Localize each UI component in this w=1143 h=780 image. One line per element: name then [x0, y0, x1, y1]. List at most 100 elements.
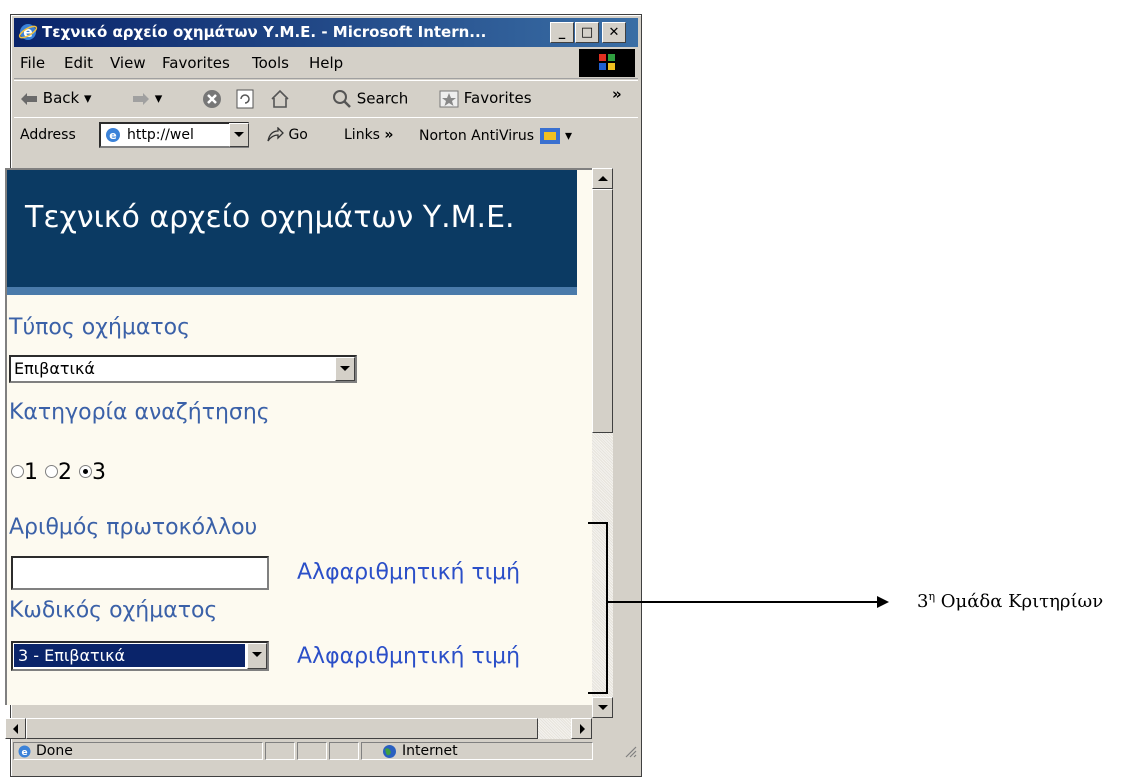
menu-file[interactable]: File: [20, 54, 45, 72]
toolbar-more-chevron[interactable]: »: [612, 85, 622, 103]
banner-title: Τεχνικό αρχείο οχημάτων Υ.Μ.Ε.: [25, 200, 515, 235]
standard-toolbar: Back ▾ ▾ Search Favorites »: [14, 80, 638, 118]
chevron-down-icon: [234, 132, 244, 137]
ie-logo-icon: e: [18, 24, 38, 41]
page-done-icon: e: [18, 745, 31, 758]
favorites-button[interactable]: Favorites: [439, 89, 532, 108]
status-text-panel: e Done: [13, 742, 263, 760]
close-button[interactable]: ✕: [602, 22, 626, 43]
resize-grip-icon[interactable]: [623, 744, 637, 758]
minimize-button[interactable]: _: [550, 22, 574, 43]
scroll-up-button[interactable]: [592, 168, 613, 189]
stop-button[interactable]: [202, 89, 222, 109]
address-dropdown-button[interactable]: [229, 123, 249, 147]
status-text: Done: [36, 743, 73, 759]
chevron-down-icon: [340, 366, 350, 371]
radio-option-2[interactable]: [45, 464, 58, 478]
address-bar: Address e http://wel Go Links » Norton A…: [14, 117, 638, 154]
status-panel-4: [329, 742, 359, 760]
vehicle-type-label: Τύπος οχήματος: [9, 315, 191, 340]
radio-label-1: 1: [24, 460, 38, 485]
menu-view[interactable]: View: [110, 54, 146, 72]
forward-button[interactable]: ▾: [132, 89, 162, 107]
zone-label: Internet: [402, 743, 458, 759]
menu-help[interactable]: Help: [309, 54, 343, 72]
vehicle-code-value: 3 - Επιβατικά: [13, 643, 246, 668]
vehicle-code-hint: Αλφαριθμητική τιμή: [297, 644, 521, 669]
horizontal-scroll-thumb[interactable]: [26, 718, 538, 739]
chevron-down-icon: [252, 652, 262, 657]
radio-option-1[interactable]: [11, 464, 24, 478]
back-label: Back: [42, 89, 80, 107]
go-button[interactable]: Go: [266, 127, 308, 143]
vertical-scroll-thumb[interactable]: [592, 189, 613, 433]
go-label: Go: [288, 127, 308, 143]
status-panel-3: [297, 742, 327, 760]
scroll-left-button[interactable]: [5, 718, 26, 739]
arrow-down-icon: [598, 705, 608, 710]
status-panel-2: [265, 742, 295, 760]
search-label: Search: [356, 89, 409, 108]
norton-antivirus-button[interactable]: Norton AntiVirus ▾: [419, 127, 572, 145]
windows-logo-icon: [579, 49, 635, 77]
menu-edit[interactable]: Edit: [64, 54, 93, 72]
go-arrow-icon: [267, 127, 284, 142]
status-zone-panel: Internet: [361, 742, 593, 760]
search-icon: [333, 90, 351, 108]
arrow-left-icon: [13, 724, 18, 734]
stop-icon: [203, 90, 221, 108]
vehicle-code-label: Κωδικός οχήματος: [9, 598, 218, 623]
annotation-text: Ομάδα Κριτηρίων: [935, 591, 1104, 612]
annotation-label: 3η Ομάδα Κριτηρίων: [917, 590, 1103, 612]
home-icon: [271, 89, 289, 108]
links-more-chevron: »: [384, 127, 394, 143]
menu-tools[interactable]: Tools: [252, 54, 289, 72]
svg-text:e: e: [21, 748, 27, 758]
links-button[interactable]: Links »: [344, 127, 393, 143]
protocol-number-hint: Αλφαριθμητική τιμή: [297, 560, 521, 585]
annotation-arrow-head-icon: [877, 596, 889, 608]
forward-arrow-icon: [133, 92, 149, 105]
maximize-button[interactable]: □: [575, 22, 599, 43]
address-value: http://wel: [127, 127, 194, 143]
refresh-button[interactable]: [236, 89, 254, 109]
favorites-label: Favorites: [463, 89, 532, 107]
favorites-star-icon: [439, 90, 459, 107]
protocol-number-label: Αριθμός πρωτοκόλλου: [9, 515, 258, 540]
annotation-bracket: [588, 522, 608, 694]
vehicle-code-select[interactable]: 3 - Επιβατικά: [11, 641, 269, 671]
home-button[interactable]: [270, 89, 290, 109]
horizontal-scrollbar[interactable]: [5, 718, 592, 739]
page-banner: Τεχνικό αρχείο οχημάτων Υ.Μ.Ε.: [7, 170, 577, 295]
address-input[interactable]: e http://wel: [99, 122, 249, 148]
arrow-up-icon: [598, 176, 608, 181]
menu-bar: File Edit View Favorites Tools Help: [14, 48, 638, 79]
address-label: Address: [20, 127, 76, 143]
search-category-radios: 1 2 3: [11, 460, 106, 485]
radio-label-2: 2: [58, 460, 72, 485]
menu-favorites[interactable]: Favorites: [162, 54, 230, 72]
vehicle-type-value: Επιβατικά: [14, 359, 95, 378]
norton-label: Norton AntiVirus: [419, 128, 535, 144]
arrow-right-icon: [580, 724, 585, 734]
vehicle-type-select[interactable]: Επιβατικά: [9, 355, 357, 383]
page-content: Τεχνικό αρχείο οχημάτων Υ.Μ.Ε. Τύπος οχή…: [5, 168, 592, 705]
scroll-right-button[interactable]: [571, 718, 592, 739]
norton-icon: [539, 128, 560, 144]
search-category-label: Κατηγορία αναζήτησης: [9, 400, 270, 425]
links-label: Links: [344, 127, 380, 143]
protocol-number-input[interactable]: [11, 556, 269, 590]
svg-text:e: e: [109, 129, 116, 142]
radio-option-3[interactable]: [79, 464, 92, 478]
title-bar: e Τεχνικό αρχείο οχημάτων Υ.Μ.Ε. - Micro…: [14, 18, 638, 47]
vehicle-type-dropdown-button[interactable]: [335, 357, 355, 381]
annotation-number: 3: [917, 591, 929, 612]
back-arrow-icon: [21, 92, 37, 105]
page-icon: e: [106, 128, 120, 142]
vehicle-code-dropdown-button[interactable]: [247, 643, 267, 669]
back-button[interactable]: Back ▾: [20, 89, 92, 107]
radio-label-3: 3: [92, 460, 106, 485]
scroll-down-button[interactable]: [592, 697, 613, 718]
internet-globe-icon: [383, 745, 396, 758]
search-button[interactable]: Search: [332, 89, 408, 109]
